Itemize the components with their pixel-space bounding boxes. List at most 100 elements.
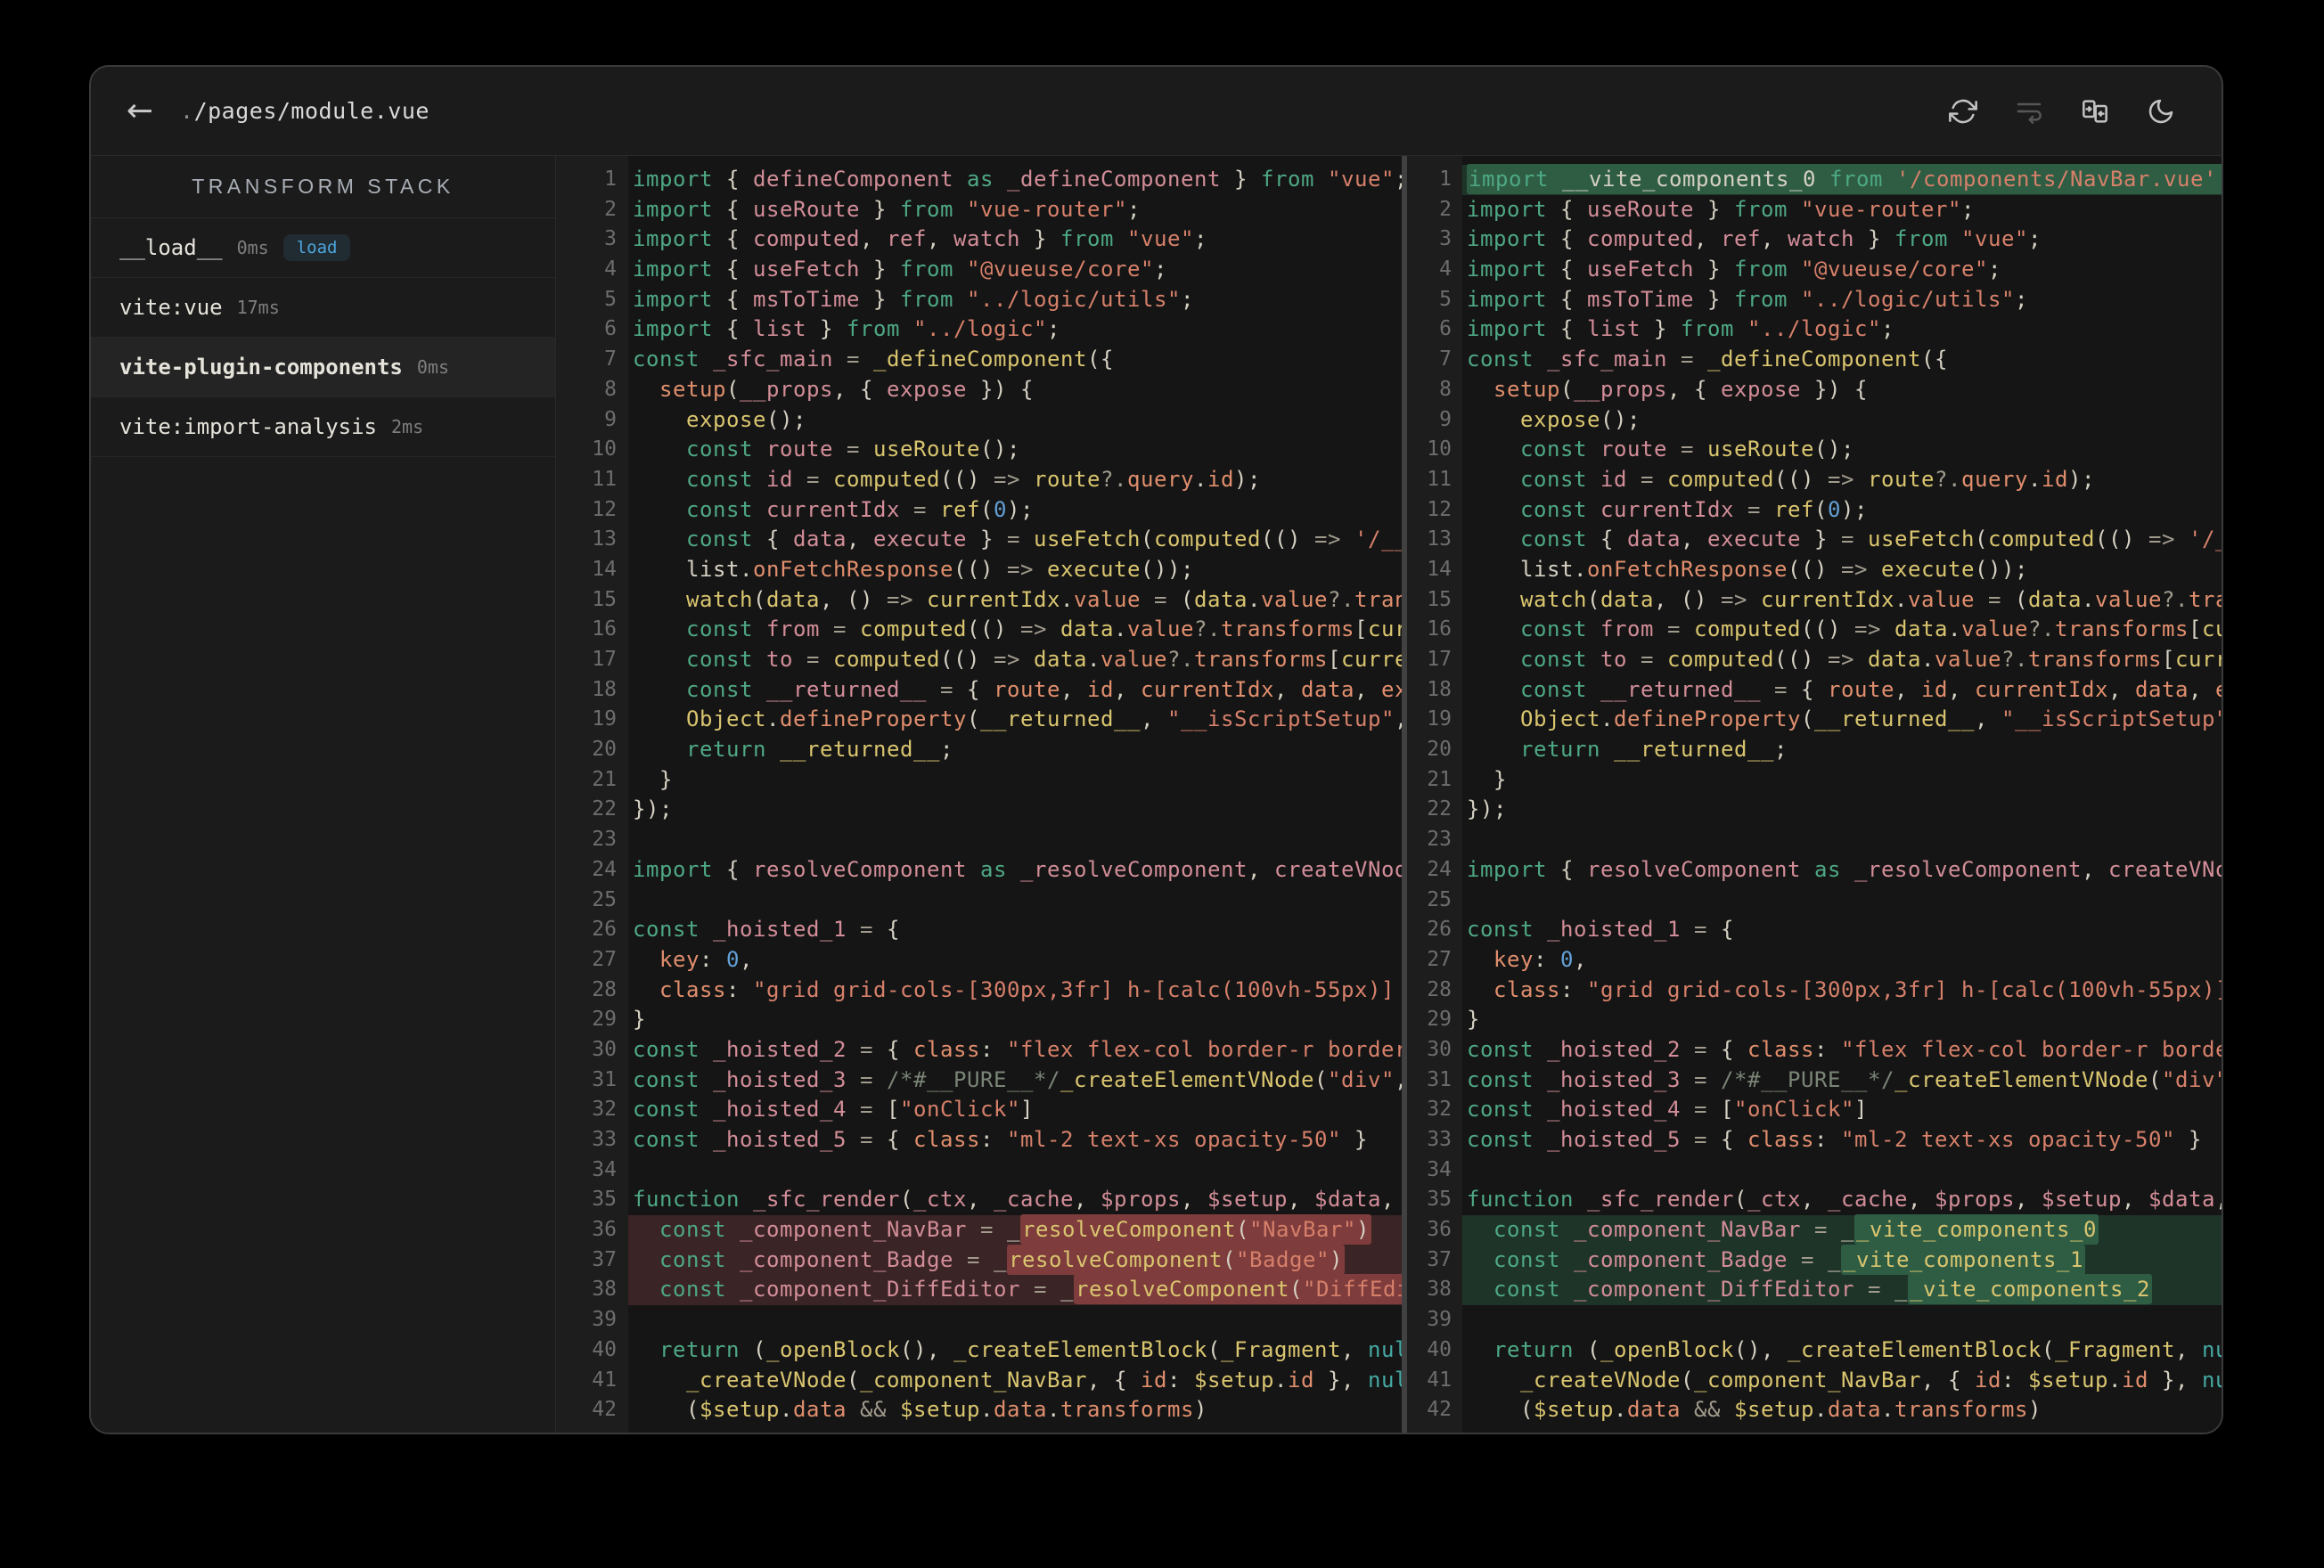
code-line-9: expose(); — [686, 406, 806, 432]
top-bar: ← ./pages/module.vue — [91, 67, 2222, 156]
line-number: 28 — [1427, 977, 1452, 1001]
line-number: 19 — [592, 707, 617, 731]
line-number: 26 — [592, 918, 617, 942]
code-line-33: const _hoisted_5 = { class: "ml-2 text-x… — [1467, 1127, 2202, 1152]
side-by-side-diff-icon — [2083, 99, 2107, 123]
diff-panel-before[interactable]: 1 2 3 4 5 6 7 8 9 10 11 12 13 14 15 16 17 18 19 20 21 22 23 24 2… — [556, 156, 1407, 1433]
code-line-6: import { list } from "../logic"; — [633, 316, 1060, 342]
line-number: 24 — [1427, 857, 1452, 881]
code-after[interactable]: import __vite_components_0 from '/compon… — [1462, 156, 2222, 1433]
code-before[interactable]: import { defineComponent as _defineCompo… — [628, 156, 1407, 1433]
line-number: 5 — [1439, 287, 1452, 311]
line-number: 21 — [1427, 767, 1452, 791]
code-line-17: const to = computed(() => data.value?.tr… — [1520, 647, 2222, 672]
line-number: 18 — [592, 677, 617, 701]
line-number: 1 — [604, 167, 617, 191]
line-number: 39 — [1427, 1308, 1452, 1332]
diff-word-highlight: resolveComponent("DiffEditor") — [1073, 1274, 1407, 1305]
inspect-window: ← ./pages/module.vue TRANSFORM STACK __l… — [89, 65, 2223, 1434]
code-line-15: watch(data, () => currentIdx.value = (da… — [686, 586, 1407, 612]
line-number: 4 — [604, 257, 617, 282]
main-area: TRANSFORM STACK __load__ 0ms load vite:vue 1… — [91, 156, 2222, 1433]
code-line-42: ($setup.data && $setup.data.transforms) — [1467, 1397, 2042, 1423]
code-line-3: import { computed, ref, watch } from "vu… — [633, 226, 1207, 252]
line-number: 2 — [1439, 197, 1452, 221]
line-number: 2 — [604, 197, 617, 221]
code-line-42: ($setup.data && $setup.data.transforms) — [633, 1397, 1207, 1423]
code-line-6: import { list } from "../logic"; — [1467, 316, 1894, 342]
diff-panel-after[interactable]: 1 2 3 4 5 6 7 8 9 10 11 12 13 14 15 16 17 18 19 20 21 22 23 24 2… — [1407, 156, 2222, 1433]
line-number: 11 — [1427, 467, 1452, 491]
stack-item-vite-plugin-components[interactable]: vite-plugin-components 0ms — [91, 338, 555, 397]
code-line-35: function _sfc_render(_ctx, _cache, $prop… — [633, 1187, 1407, 1213]
code-line-5: import { msToTime } from "../logic/utils… — [633, 286, 1194, 312]
diff-word-highlight: import __vite_components_0 from '/compon… — [1467, 164, 2222, 194]
line-number: 31 — [592, 1067, 617, 1091]
code-line-7: const _sfc_main = _defineComponent({ — [633, 347, 1114, 372]
inline-wrap-diff-button[interactable] — [2013, 95, 2045, 127]
line-number: 10 — [592, 437, 617, 461]
code-line-20: return __returned__; — [686, 737, 953, 763]
code-line-38: const _component_DiffEditor = __vite_com… — [1462, 1274, 2222, 1306]
load-badge: load — [282, 234, 351, 261]
line-number: 9 — [604, 407, 617, 431]
code-line-10: const route = useRoute(); — [1520, 437, 1854, 462]
code-line-18: const __returned__ = { route, id, curren… — [1520, 676, 2222, 702]
line-number: 35 — [592, 1188, 617, 1212]
dark-mode-button[interactable] — [2145, 95, 2177, 127]
stack-item-vite-import-analysis[interactable]: vite:import-analysis 2ms — [91, 397, 555, 457]
code-line-7: const _sfc_main = _defineComponent({ — [1467, 347, 1948, 372]
transform-stack-header: TRANSFORM STACK — [91, 156, 555, 218]
side-by-side-diff-button[interactable] — [2079, 95, 2111, 127]
plugin-name: __load__ — [119, 235, 223, 260]
plugin-name: vite:import-analysis — [119, 414, 377, 439]
code-line-32: const _hoisted_4 = ["onClick"] — [1467, 1097, 1868, 1123]
line-number: 14 — [592, 557, 617, 581]
code-line-33: const _hoisted_5 = { class: "ml-2 text-x… — [633, 1127, 1368, 1152]
module-file-title: ./pages/module.vue — [180, 98, 430, 124]
diff-word-highlight: _vite_components_2 — [1907, 1274, 2152, 1305]
code-line-40: return (_openBlock(), _createElementBloc… — [659, 1336, 1407, 1362]
line-number: 7 — [604, 347, 617, 372]
line-number: 32 — [592, 1098, 617, 1122]
line-number: 6 — [1439, 317, 1452, 341]
code-line-35: function _sfc_render(_ctx, _cache, $prop… — [1467, 1187, 2222, 1213]
diff-word-highlight: _vite_components_0 — [1854, 1214, 2099, 1245]
code-line-18: const __returned__ = { route, id, curren… — [686, 676, 1407, 702]
code-line-4: import { useFetch } from "@vueuse/core"; — [1467, 257, 2001, 282]
line-number: 12 — [592, 497, 617, 521]
inline-wrap-diff-icon — [2017, 102, 2042, 124]
line-number: 13 — [592, 527, 617, 551]
refresh-button[interactable] — [1947, 95, 1979, 127]
back-button[interactable]: ← — [119, 91, 160, 132]
line-number: 8 — [1439, 377, 1452, 401]
code-line-8: setup(__props, { expose }) { — [1493, 376, 1868, 402]
line-number: 24 — [592, 857, 617, 881]
stack-item--load-[interactable]: __load__ 0ms load — [91, 218, 555, 278]
line-number: 35 — [1427, 1188, 1452, 1212]
line-number: 15 — [1427, 587, 1452, 611]
plugin-time: 17ms — [236, 297, 280, 318]
plugin-name: vite:vue — [119, 295, 223, 320]
code-line-14: list.onFetchResponse(() => execute()); — [1520, 556, 2028, 582]
line-number: 29 — [1427, 1008, 1452, 1032]
stack-item-vite-vue[interactable]: vite:vue 17ms — [91, 278, 555, 338]
line-number: 41 — [592, 1368, 617, 1392]
line-number: 37 — [592, 1247, 617, 1271]
line-number: 23 — [1427, 828, 1452, 852]
code-line-1: import { defineComponent as _defineCompo… — [633, 167, 1407, 192]
line-number: 30 — [1427, 1037, 1452, 1061]
code-line-20: return __returned__; — [1520, 737, 1788, 763]
code-line-37: const _component_Badge = __vite_componen… — [1462, 1244, 2222, 1276]
code-line-13: const { data, execute } = useFetch(compu… — [1520, 527, 2222, 552]
code-line-21: } — [633, 766, 673, 792]
line-number: 37 — [1427, 1247, 1452, 1271]
line-number: 27 — [592, 947, 617, 971]
code-line-10: const route = useRoute(); — [686, 437, 1020, 462]
code-line-12: const currentIdx = ref(0); — [686, 496, 1034, 522]
